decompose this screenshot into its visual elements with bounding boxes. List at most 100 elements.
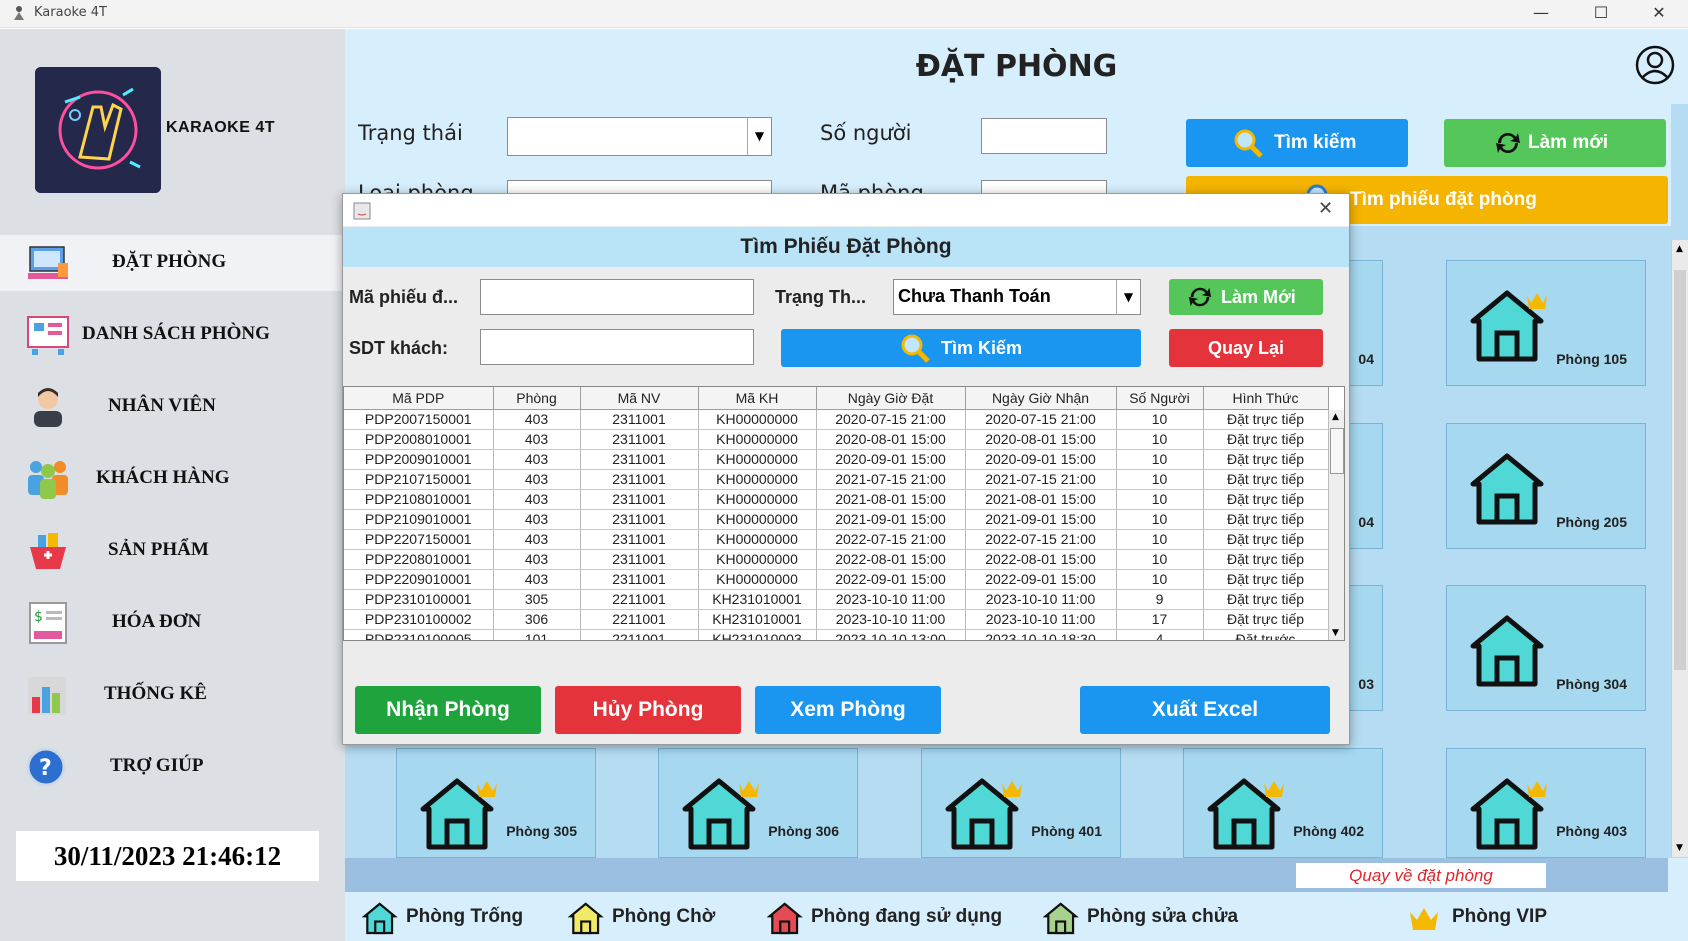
table-row[interactable]: PDP2310100001 305 2211001 KH231010001 2023-1… bbox=[344, 589, 1329, 610]
table-cell: PDP2310100001 bbox=[344, 589, 494, 610]
column-header[interactable]: Hình Thức bbox=[1203, 387, 1329, 410]
sidebar-item-nhan-vien[interactable]: NHÂN VIÊN bbox=[0, 379, 345, 435]
room-card[interactable]: Phòng 401 bbox=[921, 748, 1121, 858]
phone-input[interactable] bbox=[480, 329, 754, 365]
sidebar-item-thong-ke[interactable]: THỐNG KÊ bbox=[0, 667, 345, 723]
app-logo-icon bbox=[14, 6, 24, 20]
table-cell: 2311001 bbox=[580, 469, 699, 490]
customers-icon bbox=[28, 461, 68, 499]
search-button[interactable]: Tìm kiếm bbox=[1186, 119, 1408, 167]
table-row[interactable]: PDP2108010001 403 2311001 KH00000000 2021-08… bbox=[344, 489, 1329, 510]
maximize-button[interactable]: ☐ bbox=[1572, 0, 1630, 28]
table-cell: 306 bbox=[493, 609, 581, 630]
cancel-booking-button[interactable]: Hủy Phòng bbox=[555, 686, 741, 734]
table-row[interactable]: PDP2107150001 403 2311001 KH00000000 2021-07… bbox=[344, 469, 1329, 490]
table-cell: KH00000000 bbox=[698, 449, 817, 470]
roomtype-filter-select[interactable] bbox=[507, 180, 772, 194]
dialog-search-button[interactable]: Tìm Kiếm bbox=[781, 329, 1141, 367]
table-cell: 2021-09-01 15:00 bbox=[965, 509, 1117, 530]
dialog-refresh-button[interactable]: Làm Mới bbox=[1169, 279, 1323, 315]
room-card[interactable]: Phòng 105 bbox=[1446, 260, 1646, 386]
table-cell: PDP2009010001 bbox=[344, 449, 494, 470]
table-cell: 10 bbox=[1116, 429, 1204, 450]
table-cell: 403 bbox=[493, 569, 581, 590]
back-to-booking-link[interactable]: Quay về đặt phòng bbox=[1296, 863, 1546, 888]
room-list-icon bbox=[27, 316, 69, 355]
refresh-button[interactable]: Làm mới bbox=[1444, 119, 1666, 167]
brand-logo bbox=[35, 67, 161, 193]
table-cell: 10 bbox=[1116, 409, 1204, 430]
room-grid-scrollbar[interactable]: ▲ ▼ bbox=[1671, 240, 1688, 857]
table-cell: 2022-07-15 21:00 bbox=[965, 529, 1117, 550]
phone-label: SDT khách: bbox=[349, 338, 449, 358]
table-row[interactable]: PDP2009010001 403 2311001 KH00000000 2020-09… bbox=[344, 449, 1329, 470]
table-cell: KH00000000 bbox=[698, 489, 817, 510]
dialog-status-select[interactable]: Chưa Thanh Toán ▼ bbox=[893, 279, 1141, 315]
table-row[interactable]: PDP2007150001 403 2311001 KH00000000 2020-07… bbox=[344, 409, 1329, 430]
table-row[interactable]: PDP2208010001 403 2311001 KH00000000 2022-08… bbox=[344, 549, 1329, 570]
table-cell: PDP2310100002 bbox=[344, 609, 494, 630]
room-card[interactable]: Phòng 402 bbox=[1183, 748, 1383, 858]
table-cell: KH231010001 bbox=[698, 609, 817, 630]
table-cell: Đặt trực tiếp bbox=[1203, 529, 1329, 550]
table-row[interactable]: PDP2310100005 101 2211001 KH231010003 2023-1… bbox=[344, 629, 1329, 640]
dialog-back-button[interactable]: Quay Lại bbox=[1169, 329, 1323, 367]
table-cell: PDP2007150001 bbox=[344, 409, 494, 430]
column-header[interactable]: Mã PDP bbox=[344, 387, 494, 410]
close-window-button[interactable]: ✕ bbox=[1630, 0, 1688, 28]
room-card[interactable]: Phòng 205 bbox=[1446, 423, 1646, 549]
legend-item-waiting: Phòng Chờ bbox=[567, 900, 715, 936]
column-header[interactable]: Ngày Giờ Đặt bbox=[816, 387, 966, 410]
table-cell: PDP2109010001 bbox=[344, 509, 494, 530]
table-cell: Đặt trực tiếp bbox=[1203, 589, 1329, 610]
sidebar-item-khach-hang[interactable]: KHÁCH HÀNG bbox=[0, 451, 345, 507]
column-header[interactable]: Số Người bbox=[1116, 387, 1204, 410]
booking-icon bbox=[28, 246, 68, 279]
table-cell: Đặt trực tiếp bbox=[1203, 489, 1329, 510]
sidebar-item-hoa-don[interactable]: $ HÓA ĐƠN bbox=[0, 595, 345, 651]
table-cell: 10 bbox=[1116, 489, 1204, 510]
room-card[interactable]: Phòng 403 bbox=[1446, 748, 1646, 858]
table-cell: 2021-08-01 15:00 bbox=[965, 489, 1117, 510]
table-cell: 2020-08-01 15:00 bbox=[816, 429, 966, 450]
table-scrollbar[interactable]: ▲ ▼ bbox=[1328, 410, 1344, 640]
column-header[interactable]: Phòng bbox=[493, 387, 581, 410]
table-body: PDP2007150001 403 2311001 KH00000000 2020-07… bbox=[344, 409, 1329, 640]
status-filter-select[interactable]: ▼ bbox=[507, 117, 772, 156]
sidebar-item-tro-giup[interactable]: ? TRỢ GIÚP bbox=[0, 739, 345, 795]
room-card[interactable]: Phòng 305 bbox=[396, 748, 596, 858]
minimize-button[interactable]: — bbox=[1512, 0, 1570, 28]
table-row[interactable]: PDP2209010001 403 2311001 KH00000000 2022-09… bbox=[344, 569, 1329, 590]
table-row[interactable]: PDP2109010001 403 2311001 KH00000000 2021-09… bbox=[344, 509, 1329, 530]
sidebar-item-san-pham[interactable]: SẢN PHẨM bbox=[0, 523, 345, 579]
table-cell: 2311001 bbox=[580, 569, 699, 590]
sidebar-item-danh-sach-phong[interactable]: DANH SÁCH PHÒNG bbox=[0, 307, 345, 363]
table-cell: Đặt trực tiếp bbox=[1203, 569, 1329, 590]
roomcode-filter-input[interactable] bbox=[981, 180, 1107, 194]
column-header[interactable]: Mã NV bbox=[580, 387, 699, 410]
table-row[interactable]: PDP2008010001 403 2311001 KH00000000 2020-08… bbox=[344, 429, 1329, 450]
table-row[interactable]: PDP2207150001 403 2311001 KH00000000 2022-07… bbox=[344, 529, 1329, 550]
column-header[interactable]: Ngày Giờ Nhận bbox=[965, 387, 1117, 410]
table-cell: 10 bbox=[1116, 549, 1204, 570]
export-excel-button[interactable]: Xuất Excel bbox=[1080, 686, 1330, 734]
table-cell: PDP2310100005 bbox=[344, 629, 494, 640]
table-cell: 2022-09-01 15:00 bbox=[816, 569, 966, 590]
table-row[interactable]: PDP2310100002 306 2211001 KH231010001 2023-1… bbox=[344, 609, 1329, 630]
dialog-close-icon[interactable]: ✕ bbox=[1318, 198, 1333, 219]
user-account-icon[interactable] bbox=[1635, 45, 1675, 85]
view-room-button[interactable]: Xem Phòng bbox=[755, 686, 941, 734]
people-filter-input[interactable] bbox=[981, 118, 1107, 154]
room-label: Phòng 105 bbox=[1556, 351, 1627, 367]
table-cell: 2023-10-10 11:00 bbox=[965, 589, 1117, 610]
room-card[interactable]: Phòng 304 bbox=[1446, 585, 1646, 711]
checkin-button[interactable]: Nhận Phòng bbox=[355, 686, 541, 734]
column-header[interactable]: Mã KH bbox=[698, 387, 817, 410]
java-app-icon bbox=[353, 202, 371, 220]
table-cell: 2211001 bbox=[580, 629, 699, 640]
table-cell: 2311001 bbox=[580, 409, 699, 430]
table-cell: 2021-09-01 15:00 bbox=[816, 509, 966, 530]
sidebar-item-dat-phong[interactable]: ĐẶT PHÒNG bbox=[0, 235, 345, 291]
booking-code-input[interactable] bbox=[480, 279, 754, 315]
room-card[interactable]: Phòng 306 bbox=[658, 748, 858, 858]
